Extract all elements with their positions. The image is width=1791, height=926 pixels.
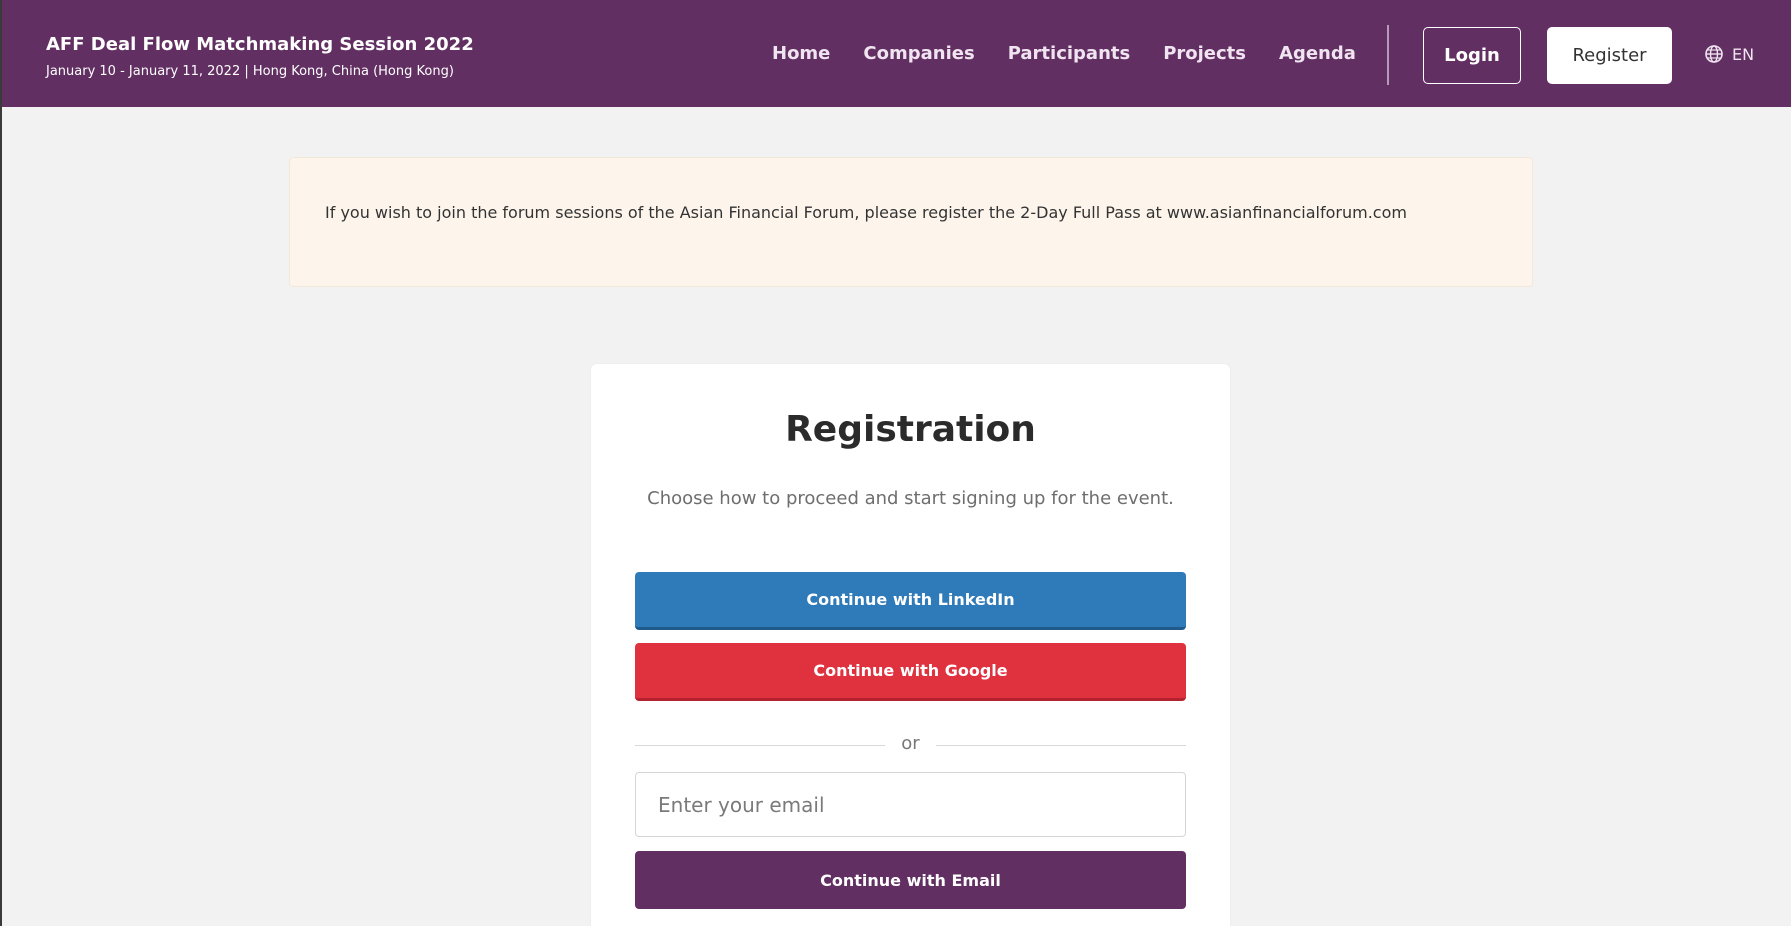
- language-selector[interactable]: EN: [1704, 44, 1754, 64]
- continue-google-button[interactable]: Continue with Google: [635, 643, 1186, 701]
- language-label: EN: [1732, 44, 1755, 64]
- main-nav: Home Companies Participants Projects Age…: [772, 43, 1389, 64]
- notice-text: If you wish to join the forum sessions o…: [325, 203, 1407, 222]
- register-button[interactable]: Register: [1547, 27, 1672, 84]
- globe-icon: [1705, 45, 1723, 63]
- top-header: AFF Deal Flow Matchmaking Session 2022 J…: [2, 0, 1791, 107]
- or-label: or: [901, 733, 920, 754]
- nav-agenda[interactable]: Agenda: [1279, 43, 1356, 64]
- event-dates-location: January 10 - January 11, 2022 | Hong Kon…: [46, 64, 454, 79]
- login-button[interactable]: Login: [1423, 27, 1521, 84]
- nav-companies[interactable]: Companies: [863, 43, 974, 64]
- continue-linkedin-button[interactable]: Continue with LinkedIn: [635, 572, 1186, 630]
- nav-projects[interactable]: Projects: [1163, 43, 1246, 64]
- registration-card: Registration Choose how to proceed and s…: [591, 364, 1230, 926]
- nav-home[interactable]: Home: [772, 43, 830, 64]
- continue-email-button[interactable]: Continue with Email: [635, 851, 1186, 909]
- nav-divider: [1387, 25, 1389, 85]
- registration-subtitle: Choose how to proceed and start signing …: [647, 488, 1174, 509]
- notice-banner: If you wish to join the forum sessions o…: [289, 157, 1533, 287]
- registration-title: Registration: [785, 409, 1036, 450]
- email-input[interactable]: [635, 772, 1186, 837]
- event-title: AFF Deal Flow Matchmaking Session 2022: [46, 34, 474, 55]
- or-separator: or: [635, 733, 1186, 757]
- nav-participants[interactable]: Participants: [1008, 43, 1131, 64]
- page: AFF Deal Flow Matchmaking Session 2022 J…: [0, 0, 1791, 926]
- separator-line-right: [936, 745, 1186, 746]
